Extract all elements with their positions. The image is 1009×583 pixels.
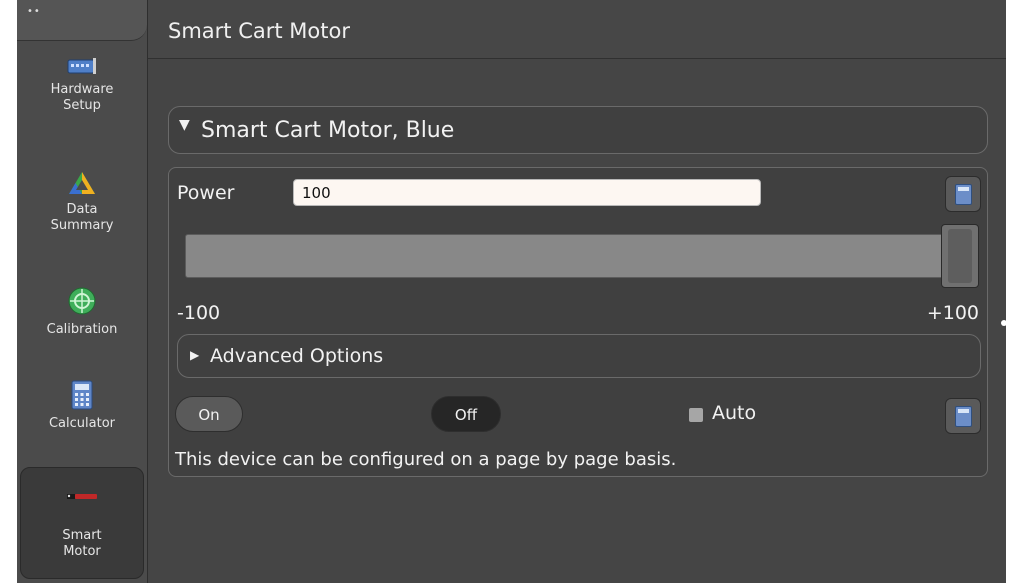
auto-checkbox[interactable] [689,408,703,422]
sidebar-item-data-summary[interactable]: Data Summary [17,170,147,234]
power-slider-track[interactable] [185,234,945,278]
main-content: Smart Cart Motor ▼ Smart Cart Motor, Blu… [148,0,1006,583]
smart-motor-icon [67,494,97,499]
sidebar-item-calculator[interactable]: Calculator [17,380,147,432]
calculator-icon [955,406,972,427]
auto-label: Auto [712,402,757,424]
power-calculator-button[interactable] [945,176,981,212]
off-button[interactable]: Off [431,396,501,432]
sidebar-label-hardware: Hardware [50,82,114,97]
device-description: This device can be configured on a page … [175,449,677,470]
controls-calculator-button[interactable] [945,398,981,434]
handle-dots: •• [27,6,41,17]
advanced-options-label: Advanced Options [210,345,384,367]
sidebar-label-smart: Smart [62,528,102,543]
calibration-target-icon [68,287,96,315]
data-summary-icon [69,172,95,194]
power-input[interactable]: 100 [293,179,761,206]
hardware-icon [67,58,96,74]
power-slider-thumb[interactable] [941,224,979,288]
page-title: Smart Cart Motor [168,19,350,43]
sidebar-label-calibration: Calibration [46,322,118,337]
device-panel: Power 100 -100 +100 ▶ Advanced Options O… [168,167,988,477]
advanced-options-toggle[interactable]: ▶ Advanced Options [177,334,981,378]
calculator-icon [955,184,972,205]
device-group-header[interactable]: ▼ Smart Cart Motor, Blue [168,106,988,154]
title-bar: Smart Cart Motor [148,0,1006,59]
sidebar-top-handle[interactable]: •• [17,0,147,41]
slider-min-label: -100 [177,302,221,324]
collapse-triangle-icon: ▼ [179,117,190,133]
sidebar-label-summary: Summary [50,218,114,233]
app-window: •• Hardware Setup Data Summary Calibrati… [17,0,1006,583]
sidebar-label-setup: Setup [63,98,101,113]
calculator-icon [71,380,93,410]
power-label: Power [177,182,235,204]
slider-max-label: +100 [926,302,979,324]
sidebar-item-calibration[interactable]: Calibration [17,286,147,338]
window-edge-handle [1001,320,1007,326]
on-button[interactable]: On [175,396,243,432]
sidebar-label-motor: Motor [63,544,101,559]
expand-triangle-icon: ▶ [190,348,200,362]
device-group-title: Smart Cart Motor, Blue [201,118,455,143]
sidebar-label-calculator: Calculator [48,416,115,431]
sidebar-item-hardware-setup[interactable]: Hardware Setup [17,56,147,114]
sidebar-item-smart-motor[interactable]: Smart Motor [20,467,144,579]
sidebar-label-data: Data [66,202,98,217]
sidebar: •• Hardware Setup Data Summary Calibrati… [17,0,148,583]
